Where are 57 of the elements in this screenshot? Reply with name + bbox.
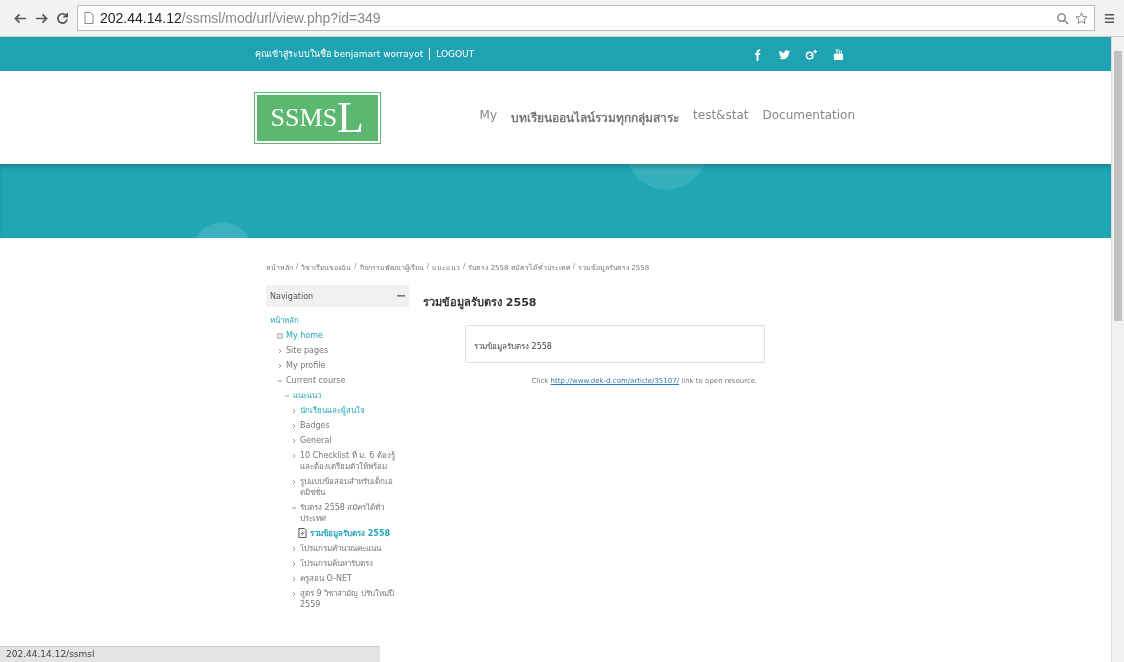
caret-icon[interactable]	[291, 546, 297, 552]
navigation-item[interactable]: Current course	[286, 375, 346, 386]
menu-link[interactable]: My	[479, 108, 498, 127]
search-icon[interactable]	[1056, 11, 1069, 25]
menu-link[interactable]: test&stat	[693, 108, 749, 127]
navigation-item[interactable]: 10 Checklist ที่ ม. 6 ต้องรู้ และต้องเตรียมตัวให้พร้อม	[300, 450, 409, 472]
youtube-icon[interactable]	[832, 47, 845, 61]
caret-icon[interactable]	[291, 479, 297, 485]
navigation-item[interactable]: รับตรง 2558 สมัครได้ทั่วประเทศ	[300, 502, 409, 524]
navigation-title: Navigation	[270, 291, 314, 301]
link-page-icon	[298, 528, 307, 538]
navigation-item[interactable]: ครูสอน O-NET	[300, 573, 352, 584]
navigation-item[interactable]: สูตร 9 วิชาสามัญ ปรับใหม่ปี 2559	[300, 588, 409, 610]
menu-icon[interactable]	[1103, 11, 1116, 25]
navigation-item[interactable]: My home	[286, 330, 323, 341]
google-plus-icon[interactable]	[805, 47, 818, 61]
navigation-item[interactable]: รูปแบบข้อสอบสำหรับเด็กเอดมิชชั่น	[300, 476, 409, 498]
caret-icon[interactable]	[277, 348, 283, 354]
address-bar[interactable]: 202.44.14.12/ssmsl/mod/url/view.php?id=349	[77, 5, 1095, 31]
navigation-item[interactable]: Site pages	[286, 345, 329, 356]
page-heading: รวมข้อมูลรับตรง 2558	[423, 295, 538, 311]
star-icon[interactable]	[1075, 11, 1088, 25]
intro-text: รวมข้อมูลรับตรง 2558	[474, 342, 552, 351]
login-info: คุณเข้าสู่ระบบในชื่อ benjamart worrayot	[255, 47, 424, 61]
url-text: 202.44.14.12/ssmsl/mod/url/view.php?id=349	[100, 10, 381, 26]
navigation-item[interactable]: General	[300, 435, 332, 446]
navigation-item[interactable]: รวมข้อมูลรับตรง 2558	[310, 528, 391, 539]
logout-link[interactable]: LOGOUT	[436, 49, 475, 59]
caret-icon[interactable]	[291, 591, 297, 597]
collapse-icon[interactable]	[397, 294, 405, 298]
navigation-item[interactable]: My profile	[286, 360, 326, 371]
caret-icon[interactable]	[284, 393, 290, 399]
navigation-item[interactable]: โปรแกรมค้นหารับตรง	[300, 558, 373, 569]
caret-icon[interactable]	[277, 363, 283, 369]
navigation-item[interactable]: นักเรียนและผู้สนใจ	[300, 405, 365, 416]
bullet-icon	[277, 333, 283, 339]
navigation-item[interactable]: แนะแนว	[293, 390, 321, 401]
menu-link[interactable]: Documentation	[762, 108, 855, 127]
caret-icon[interactable]	[291, 576, 297, 582]
back-icon[interactable]	[14, 11, 27, 25]
scrollbar[interactable]	[1111, 37, 1124, 662]
page-icon	[84, 12, 94, 24]
status-bar: 202.44.14.12/ssmsl	[0, 646, 380, 662]
menu-link[interactable]: บทเรียนออนไลน์รวมทุกกลุ่มสาระ	[511, 108, 680, 127]
caret-icon[interactable]	[277, 378, 283, 384]
navigation-item[interactable]: โปรแกรมคำนวณคะแนน	[300, 543, 381, 554]
caret-icon[interactable]	[291, 408, 297, 414]
navigation-item[interactable]: Badges	[300, 420, 330, 431]
navigation-item[interactable]: หน้าหลัก	[270, 315, 299, 326]
caret-icon[interactable]	[291, 561, 297, 567]
caret-icon[interactable]	[291, 438, 297, 444]
twitter-icon[interactable]	[778, 47, 791, 61]
reload-icon[interactable]	[56, 11, 69, 25]
caret-icon[interactable]	[291, 423, 297, 429]
forward-icon[interactable]	[35, 11, 48, 25]
caret-icon[interactable]	[291, 505, 297, 511]
caret-icon[interactable]	[291, 453, 297, 459]
